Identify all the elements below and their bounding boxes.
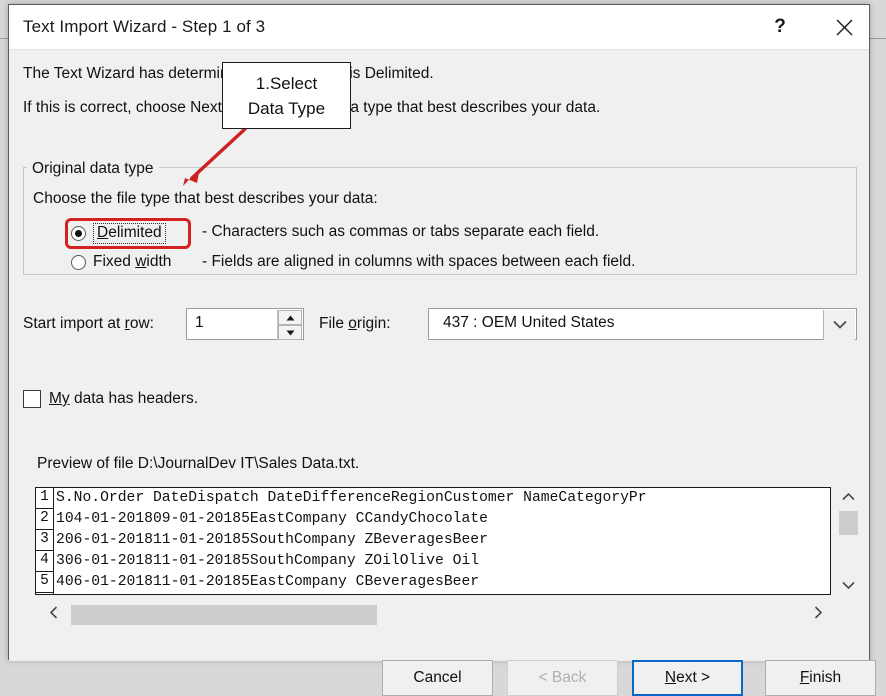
finish-button[interactable]: Finish <box>765 660 876 696</box>
close-button[interactable] <box>821 5 867 49</box>
start-row-spin-buttons <box>277 310 302 340</box>
spinner-up-icon <box>286 315 295 321</box>
file-origin-value: 437 : OEM United States <box>443 314 615 331</box>
scroll-down-icon <box>841 576 855 594</box>
spinner-down-button[interactable] <box>278 325 302 340</box>
preview-row-text: S.No.Order DateDispatch DateDifferenceRe… <box>56 490 647 506</box>
dialog-body: The Text Wizard has determined that your… <box>9 50 876 696</box>
preview-row-number: 5 <box>36 572 54 593</box>
original-data-type-legend: Original data type <box>27 160 159 178</box>
radio-fixed-width-description: - Fields are aligned in columns with spa… <box>202 253 636 270</box>
scroll-thumb-vertical[interactable] <box>839 511 858 535</box>
help-button[interactable]: ? <box>757 5 803 49</box>
background-divider-right <box>870 38 886 39</box>
cancel-button[interactable]: Cancel <box>382 660 493 696</box>
start-row-stepper[interactable]: 1 <box>186 308 304 340</box>
preview-row: 3 206-01-201811-01-20185SouthCompany ZBe… <box>36 530 830 551</box>
radio-delimited-indicator <box>71 226 86 241</box>
checkbox-indicator <box>23 390 41 408</box>
preview-row: 5 406-01-201811-01-20185EastCompany CBev… <box>36 572 830 593</box>
start-row-value: 1 <box>195 314 204 331</box>
finish-button-label: Finish <box>799 669 842 686</box>
preview-row-text: 104-01-201809-01-20185EastCompany CCandy… <box>56 511 488 527</box>
file-origin-select[interactable]: 437 : OEM United States <box>428 308 857 340</box>
accel-w: w <box>135 253 147 270</box>
choose-file-type-label: Choose the file type that best describes… <box>33 190 378 207</box>
dialog-titlebar: Text Import Wizard - Step 1 of 3 ? <box>9 5 869 50</box>
preview-vertical-scrollbar[interactable] <box>837 487 859 595</box>
chevron-down-icon <box>832 316 847 334</box>
preview-row-text: 406-01-201811-01-20185EastCompany CBever… <box>56 574 480 590</box>
preview-file-label: Preview of file D:\JournalDev IT\Sales D… <box>37 455 360 472</box>
back-button-label: < Back <box>538 669 587 686</box>
spinner-up-button[interactable] <box>278 310 302 325</box>
radio-delimited-description: - Characters such as commas or tabs sepa… <box>202 223 600 240</box>
scroll-up-button[interactable] <box>837 487 859 507</box>
file-preview-pane[interactable]: 1 S.No.Order DateDispatch DateDifference… <box>35 487 831 595</box>
file-origin-dropdown-button[interactable] <box>823 310 855 340</box>
radio-fixed-width-indicator <box>71 254 86 270</box>
cancel-button-label: Cancel <box>413 669 462 686</box>
dialog-title: Text Import Wizard - Step 1 of 3 <box>23 17 266 36</box>
preview-row-number: 3 <box>36 530 54 551</box>
next-button[interactable]: Next > <box>632 660 743 696</box>
radio-fixed-width-label: Fixed width <box>93 253 172 270</box>
start-import-row-label: Start import at row: <box>23 315 154 332</box>
preview-row-number: 4 <box>36 551 54 572</box>
close-x-icon <box>836 19 853 36</box>
preview-row-text: 206-01-201811-01-20185SouthCompany ZBeve… <box>56 532 488 548</box>
preview-row-text: 306-01-201811-01-20185SouthCompany ZOilO… <box>56 553 480 569</box>
preview-row-partial <box>36 593 54 594</box>
my-data-has-headers-label: My data has headers. <box>49 390 199 407</box>
radio-fixed-width[interactable]: Fixed width <box>71 253 171 271</box>
annotation-callout: 1.Select Data Type <box>222 62 351 129</box>
scroll-right-button[interactable] <box>805 602 831 628</box>
preview-row-number: 2 <box>36 509 54 530</box>
preview-horizontal-scrollbar[interactable] <box>35 602 831 628</box>
preview-row: 2 104-01-201809-01-20185EastCompany CCan… <box>36 509 830 530</box>
preview-row: 1 S.No.Order DateDispatch DateDifference… <box>36 488 830 509</box>
preview-row: 4 306-01-201811-01-20185SouthCompany ZOi… <box>36 551 830 572</box>
back-button: < Back <box>507 660 618 696</box>
scroll-left-button[interactable] <box>41 602 67 628</box>
accel-n: N <box>664 669 677 686</box>
text-import-wizard-dialog: Text Import Wizard - Step 1 of 3 ? The T… <box>8 4 876 696</box>
accel-my: My <box>49 390 70 407</box>
accel-d: D <box>97 224 109 241</box>
scroll-thumb-horizontal[interactable] <box>71 605 377 625</box>
scroll-left-icon <box>49 606 58 624</box>
question-mark-icon: ? <box>774 16 786 37</box>
accel-f: F <box>799 669 810 686</box>
scroll-up-icon <box>841 488 855 506</box>
radio-delimited[interactable]: Delimited <box>71 223 166 244</box>
radio-delimited-label: Delimited <box>93 223 166 244</box>
scroll-right-icon <box>814 606 823 624</box>
file-origin-label: File origin: <box>319 315 391 332</box>
annotation-line-2: Data Type <box>247 98 326 118</box>
preview-row-number: 1 <box>36 488 54 509</box>
annotation-line-1: 1.Select <box>255 73 318 93</box>
spinner-down-icon <box>286 330 295 336</box>
next-button-label: Next > <box>664 669 711 686</box>
my-data-has-headers-checkbox[interactable]: My data has headers. <box>23 390 198 408</box>
scroll-down-button[interactable] <box>837 575 859 595</box>
